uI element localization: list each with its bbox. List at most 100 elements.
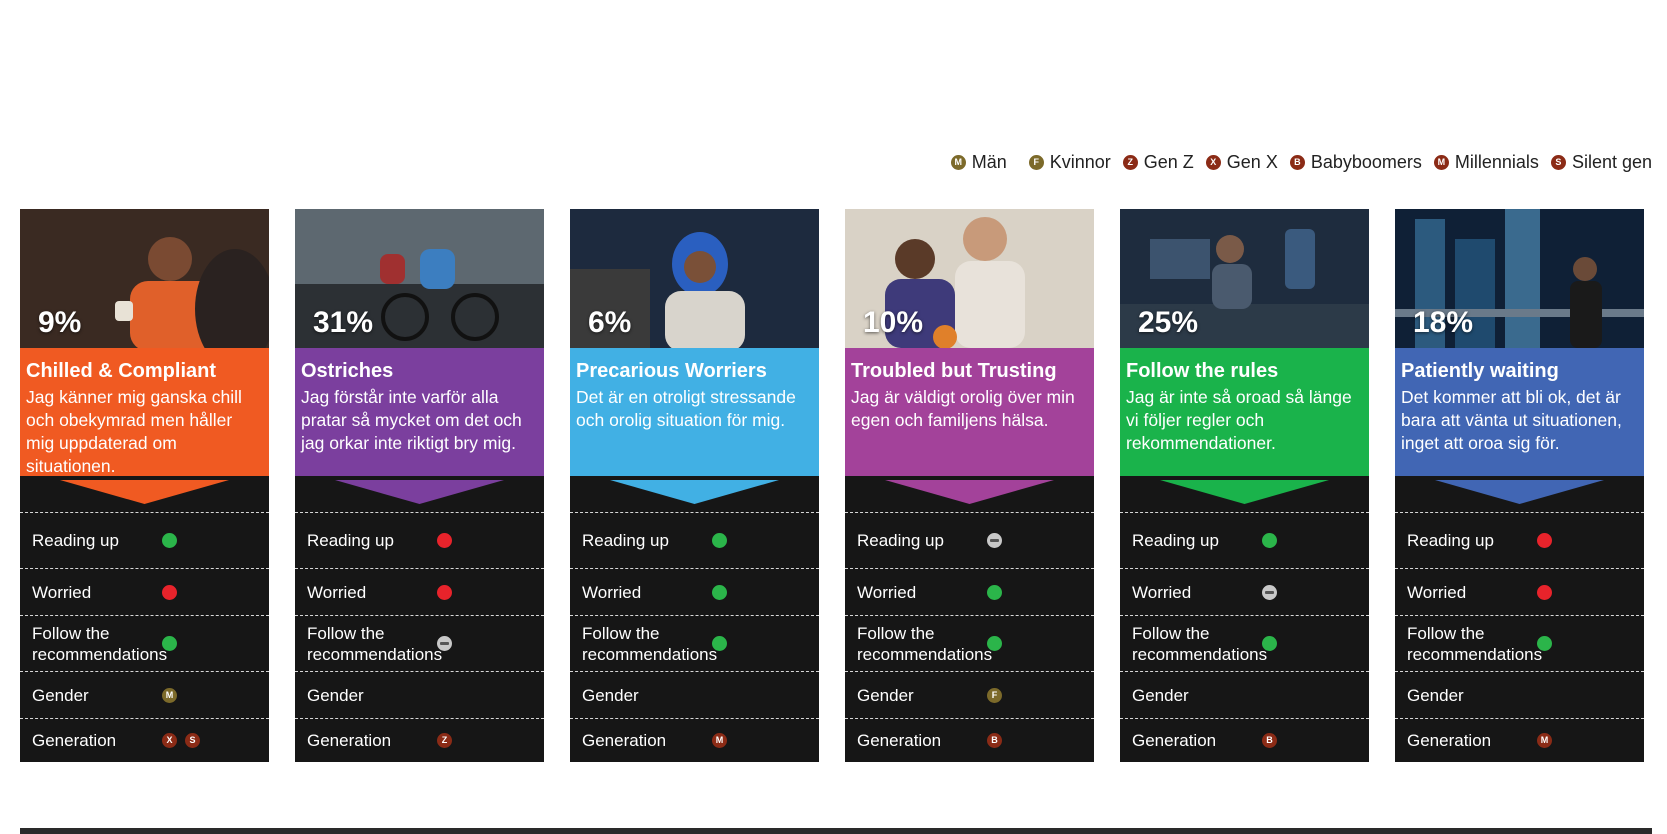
- generation-badge-icon: B: [1262, 733, 1277, 748]
- follow-recommendations-row: Follow the recommendations: [295, 615, 544, 671]
- row-value: [987, 533, 1002, 548]
- green-status-dot-icon: [987, 584, 1002, 600]
- legend-label: Millennials: [1454, 152, 1539, 172]
- legend-badge-icon: Z: [1122, 155, 1138, 170]
- reading-up-row: Reading up: [20, 512, 269, 568]
- row-label: Reading up: [307, 531, 394, 550]
- row-label: Gender: [32, 685, 89, 705]
- generation-badge-icon: Z: [437, 733, 452, 748]
- legend-label: Silent gen: [1571, 152, 1652, 172]
- green-status-dot-icon: [1262, 636, 1277, 651]
- segment-quote: Det kommer att bli ok, det är bara att v…: [1401, 387, 1622, 453]
- segment-quote: Det är en otroligt stressande och orolig…: [576, 387, 796, 430]
- segment-card: 31% Ostriches Jag förstår inte varför alla…: [295, 209, 544, 762]
- red-status-dot-icon: [437, 533, 452, 548]
- legend-item: S Silent gen: [1550, 152, 1652, 173]
- generation-row: Generation X S: [20, 718, 269, 762]
- gender-badge-icon: M: [162, 687, 177, 703]
- green-status-dot-icon: [712, 533, 727, 548]
- segment-percentage: 31%: [313, 306, 374, 339]
- green-status-dot-icon: [712, 584, 727, 600]
- segment-quote: Jag känner mig ganska chill och obekymra…: [26, 387, 242, 476]
- segment-header: Chilled & Compliant Jag känner mig ganska…: [20, 348, 269, 476]
- segment-quote: Jag förstår inte varför alla pratar så m…: [301, 387, 522, 453]
- generation-row: Generation B: [1120, 718, 1369, 762]
- row-label: Generation: [307, 731, 392, 750]
- segment-photo: 10%: [845, 209, 1094, 348]
- row-label: Gender: [1132, 685, 1189, 705]
- gender-row: Gender: [570, 671, 819, 718]
- reading-up-row: Reading up: [1395, 512, 1644, 568]
- worried-row: Worried: [570, 568, 819, 615]
- legend-badge-icon: F: [1028, 155, 1044, 170]
- segment-percentage: 10%: [863, 306, 924, 339]
- row-label: Reading up: [857, 531, 944, 550]
- generation-badge-icon: X: [162, 733, 177, 748]
- row-value: F: [987, 687, 1002, 703]
- red-status-dot-icon: [1537, 533, 1552, 548]
- segment-title: Chilled & Compliant: [26, 360, 216, 382]
- segment-header: Ostriches Jag förstår inte varför alla pr…: [295, 348, 544, 476]
- generation-row: Generation Z: [295, 718, 544, 762]
- row-value: [162, 584, 177, 600]
- row-label: Generation: [582, 731, 667, 750]
- row-label: Follow the recommendations: [307, 623, 443, 664]
- reading-up-row: Reading up: [295, 512, 544, 568]
- row-label: Reading up: [1132, 531, 1219, 550]
- follow-recommendations-row: Follow the recommendations: [570, 615, 819, 671]
- segment-title: Troubled but Trusting: [851, 360, 1057, 382]
- segment-photo: 9%: [20, 209, 269, 348]
- row-label: Worried: [1407, 582, 1467, 602]
- row-value: M: [1537, 733, 1552, 748]
- neutral-status-dot-icon: [987, 533, 1002, 548]
- green-status-dot-icon: [1262, 533, 1277, 548]
- gender-badge-icon: F: [987, 687, 1002, 703]
- pointer-arrow-icon: [1435, 480, 1604, 504]
- follow-recommendations-row: Follow the recommendations: [20, 615, 269, 671]
- row-value: [987, 584, 1002, 600]
- green-status-dot-icon: [1537, 636, 1552, 651]
- row-value: [1537, 636, 1552, 651]
- row-label: Follow the recommendations: [582, 623, 718, 664]
- green-status-dot-icon: [712, 636, 727, 651]
- red-status-dot-icon: [1537, 584, 1552, 600]
- row-label: Follow the recommendations: [1407, 623, 1543, 664]
- row-value: [987, 636, 1002, 651]
- segment-title: Precarious Worriers: [576, 360, 767, 382]
- row-label: Gender: [582, 685, 639, 705]
- legend-badge-icon: S: [1550, 155, 1566, 170]
- segment-photo: 18%: [1395, 209, 1644, 348]
- reading-up-row: Reading up: [1120, 512, 1369, 568]
- row-label: Generation: [1132, 731, 1217, 750]
- row-value: [1537, 584, 1552, 600]
- segment-quote: Jag är väldigt orolig över min egen och …: [851, 387, 1075, 430]
- follow-recommendations-row: Follow the recommendations: [1120, 615, 1369, 671]
- bottom-divider: [20, 828, 1652, 834]
- row-label: Follow the recommendations: [1132, 623, 1268, 664]
- row-value: M: [712, 733, 727, 748]
- worried-row: Worried: [295, 568, 544, 615]
- worried-row: Worried: [1120, 568, 1369, 615]
- segment-card: 25% Follow the rules Jag är inte så oroad …: [1120, 209, 1369, 762]
- legend-item: M Millennials: [1433, 152, 1539, 173]
- segment-photo: 25%: [1120, 209, 1369, 348]
- reading-up-row: Reading up: [845, 512, 1094, 568]
- segment-card: 6% Precarious Worriers Det är en otroligt …: [570, 209, 819, 762]
- segment-header: Patiently waiting Det kommer att bli ok, …: [1395, 348, 1644, 476]
- segment-card: 18% Patiently waiting Det kommer att bli o…: [1395, 209, 1644, 762]
- reading-up-row: Reading up: [570, 512, 819, 568]
- legend-badge-icon: M: [950, 155, 966, 170]
- green-status-dot-icon: [162, 533, 177, 548]
- generation-badge-icon: S: [185, 733, 200, 748]
- row-value: [162, 636, 177, 651]
- row-label: Gender: [307, 685, 364, 705]
- row-value: [437, 533, 452, 548]
- gender-row: Gender: [1120, 671, 1369, 718]
- row-label: Reading up: [582, 531, 669, 550]
- segment-percentage: 9%: [38, 306, 82, 339]
- red-status-dot-icon: [162, 584, 177, 600]
- row-value: B: [987, 733, 1002, 748]
- pointer-arrow-icon: [335, 480, 504, 504]
- legend-label: Gen X: [1226, 152, 1278, 172]
- legend-item: B Babyboomers: [1289, 152, 1422, 173]
